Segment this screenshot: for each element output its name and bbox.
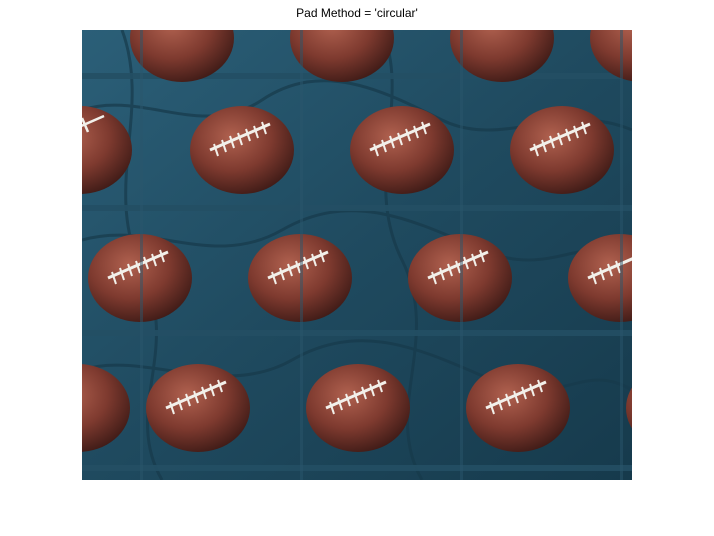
football-tiles-image xyxy=(82,30,632,480)
figure-title: Pad Method = 'circular' xyxy=(296,6,418,20)
padded-image xyxy=(82,30,632,480)
